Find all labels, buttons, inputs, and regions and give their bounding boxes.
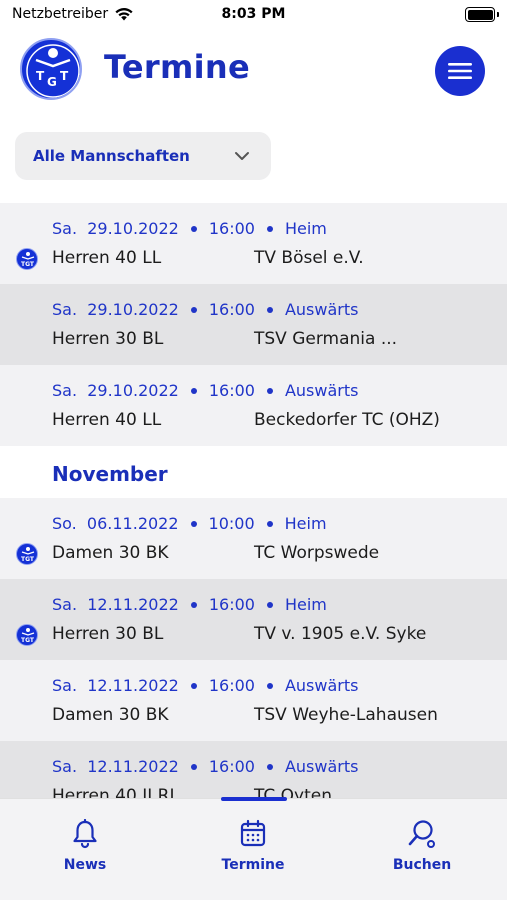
tab-bar: News Termine Buchen	[0, 797, 507, 900]
match-date: 29.10.2022	[87, 219, 179, 238]
match-day: Sa.	[52, 381, 78, 400]
home-game-icon: TGT	[16, 543, 38, 565]
svg-text:TGT: TGT	[21, 556, 35, 563]
svg-text:TGT: TGT	[21, 261, 35, 268]
club-logo-icon: T G T	[20, 38, 82, 100]
match-meta: Sa. 12.11.2022 16:00 Auswärts	[52, 757, 358, 776]
match-opponent: TV v. 1905 e.V. Syke	[254, 624, 427, 644]
status-bar: Netzbetreiber 8:03 PM	[0, 0, 507, 32]
match-time: 16:00	[208, 300, 255, 319]
match-team: Herren 40 LL	[52, 248, 162, 268]
match-row[interactable]: TGT Sa. 29.10.2022 16:00 Heim Herren 40 …	[0, 203, 507, 284]
match-venue: Heim	[284, 219, 327, 238]
match-day: Sa.	[52, 219, 78, 238]
match-team: Herren 40 II RL	[52, 786, 179, 798]
match-opponent: Beckedorfer TC (OHZ)	[254, 410, 440, 430]
match-time: 16:00	[208, 595, 255, 614]
match-row[interactable]: Sa. 12.11.2022 16:00 Auswärts Damen 30 B…	[0, 660, 507, 741]
tab-buchen[interactable]: Buchen	[362, 819, 482, 873]
battery-icon	[465, 7, 495, 22]
match-day: Sa.	[52, 757, 78, 776]
match-venue: Auswärts	[284, 757, 359, 776]
tennis-racket-icon	[408, 820, 435, 848]
match-row[interactable]: TGT Sa. 12.11.2022 16:00 Heim Herren 30 …	[0, 579, 507, 660]
active-tab-indicator	[221, 797, 287, 801]
match-venue: Auswärts	[284, 300, 359, 319]
match-date: 12.11.2022	[87, 676, 179, 695]
match-team: Herren 40 LL	[52, 410, 162, 430]
match-list[interactable]: TGT Sa. 29.10.2022 16:00 Heim Herren 40 …	[0, 203, 507, 798]
match-date: 29.10.2022	[87, 300, 179, 319]
match-meta: Sa. 29.10.2022 16:00 Heim	[52, 219, 327, 238]
match-date: 12.11.2022	[87, 595, 179, 614]
tab-buchen-label: Buchen	[392, 857, 452, 873]
home-game-icon: TGT	[16, 248, 38, 270]
match-meta: Sa. 12.11.2022 16:00 Heim	[52, 595, 327, 614]
match-time: 10:00	[208, 514, 255, 533]
match-team: Herren 30 BL	[52, 624, 164, 644]
match-date: 29.10.2022	[87, 381, 179, 400]
match-opponent: TSV Weyhe-Lahausen	[254, 705, 438, 725]
team-filter-dropdown[interactable]: Alle Mannschaften	[15, 132, 271, 180]
match-venue: Auswärts	[284, 676, 359, 695]
match-row[interactable]: Sa. 12.11.2022 16:00 Auswärts Herren 40 …	[0, 741, 507, 798]
menu-button[interactable]	[435, 46, 485, 96]
svg-text:TGT: TGT	[21, 637, 35, 644]
svg-text:T: T	[60, 69, 69, 83]
tab-news-label: News	[63, 857, 107, 873]
match-day: Sa.	[52, 300, 78, 319]
team-filter-label: Alle Mannschaften	[33, 147, 190, 165]
match-row[interactable]: Sa. 29.10.2022 16:00 Auswärts Herren 30 …	[0, 284, 507, 365]
match-time: 16:00	[208, 676, 255, 695]
match-date: 06.11.2022	[86, 514, 179, 533]
match-day: Sa.	[52, 595, 78, 614]
battery-tip	[497, 12, 499, 17]
chevron-down-icon	[235, 152, 249, 160]
match-day: So.	[52, 514, 77, 533]
svg-text:T: T	[36, 69, 45, 83]
match-row[interactable]: Sa. 29.10.2022 16:00 Auswärts Herren 40 …	[0, 365, 507, 446]
month-label: November	[52, 462, 168, 486]
tab-termine-label: Termine	[221, 857, 285, 873]
match-opponent: TV Bösel e.V.	[254, 248, 364, 268]
match-meta: Sa. 29.10.2022 16:00 Auswärts	[52, 300, 358, 319]
month-header: November	[0, 446, 507, 498]
svg-text:G: G	[47, 75, 57, 89]
match-time: 16:00	[208, 219, 255, 238]
clock: 8:03 PM	[221, 6, 286, 22]
page-title: Termine	[104, 48, 250, 86]
tab-news[interactable]: News	[25, 819, 145, 873]
match-venue: Heim	[284, 514, 327, 533]
match-team: Herren 30 BL	[52, 329, 164, 349]
match-row[interactable]: TGT So. 06.11.2022 10:00 Heim Damen 30 B…	[0, 498, 507, 579]
tab-termine[interactable]: Termine	[193, 819, 313, 873]
match-opponent: TSV Germania ...	[254, 329, 398, 349]
match-meta: So. 06.11.2022 10:00 Heim	[52, 514, 327, 533]
match-venue: Auswärts	[284, 381, 359, 400]
match-date: 12.11.2022	[87, 757, 179, 776]
match-day: Sa.	[52, 676, 78, 695]
match-team: Damen 30 BK	[52, 543, 169, 563]
match-venue: Heim	[284, 595, 327, 614]
hamburger-menu-icon	[448, 63, 472, 79]
match-meta: Sa. 29.10.2022 16:00 Auswärts	[52, 381, 358, 400]
match-team: Damen 30 BK	[52, 705, 169, 725]
calendar-icon	[240, 819, 266, 847]
match-time: 16:00	[208, 757, 255, 776]
match-opponent: TC Worpswede	[254, 543, 380, 563]
header: T G T Termine	[0, 36, 507, 106]
match-time: 16:00	[208, 381, 255, 400]
match-meta: Sa. 12.11.2022 16:00 Auswärts	[52, 676, 358, 695]
bell-icon	[73, 819, 97, 849]
home-game-icon: TGT	[16, 624, 38, 646]
